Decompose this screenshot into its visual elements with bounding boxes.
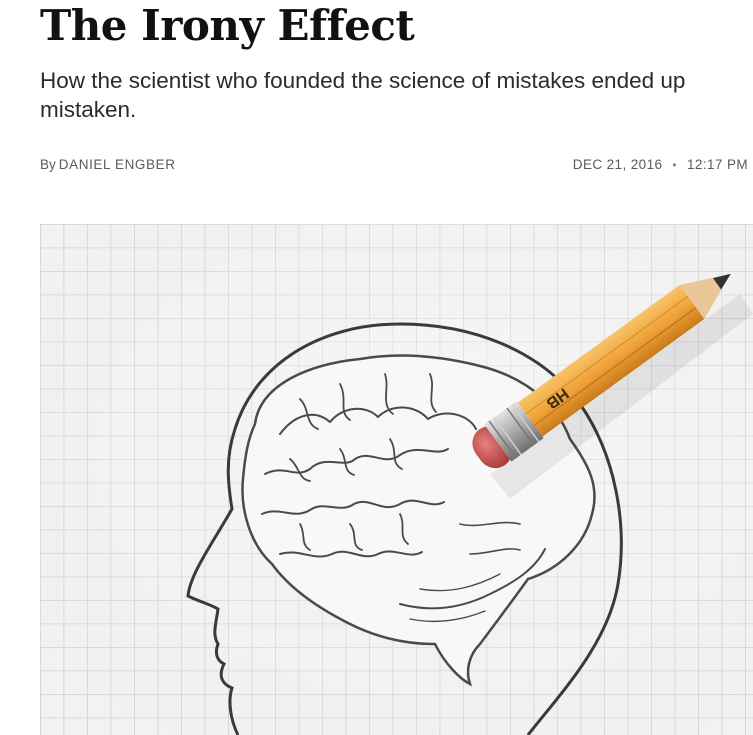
publish-date: DEC 21, 2016: [572, 157, 663, 172]
author-link[interactable]: DANIEL ENGBER: [59, 157, 176, 172]
publish-time: 12:17 PM: [687, 157, 748, 172]
byline-prefix: By: [40, 157, 56, 172]
article-dek: How the scientist who founded the scienc…: [40, 68, 686, 122]
byline: By DANIEL ENGBER: [40, 157, 176, 172]
byline-row: By DANIEL ENGBER DEC 21, 2016 • 12:17 PM: [40, 157, 748, 175]
date-separator: •: [672, 158, 678, 172]
article-headline: The Irony Effect: [40, 1, 415, 50]
hero-image: HB: [40, 224, 753, 735]
dateline: DEC 21, 2016 • 12:17 PM: [573, 157, 748, 172]
